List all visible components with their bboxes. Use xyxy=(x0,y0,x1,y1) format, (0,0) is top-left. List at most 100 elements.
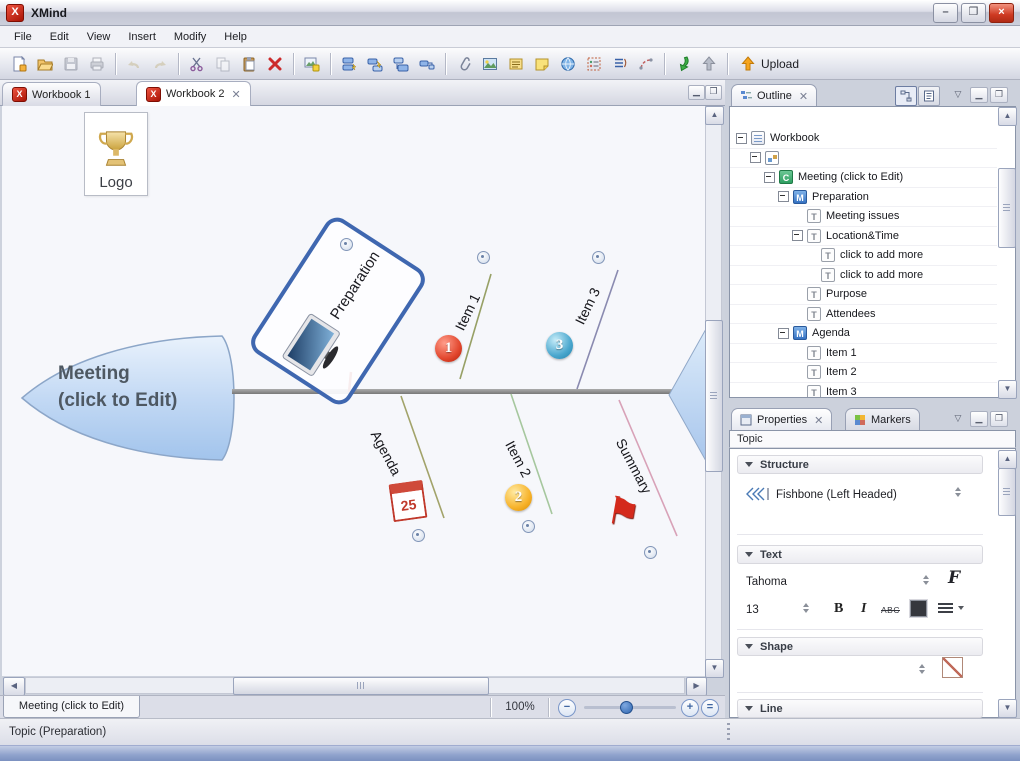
tab-close-icon[interactable]: ✕ xyxy=(232,88,241,101)
cut-button[interactable] xyxy=(184,51,210,77)
outline-view-toggle-list[interactable] xyxy=(918,86,940,106)
menu-help[interactable]: Help xyxy=(216,29,255,45)
map-canvas[interactable]: Logo Meeting (click to Edit) Preparation… xyxy=(2,106,705,676)
tab-close-icon[interactable]: ✕ xyxy=(814,414,823,427)
align-dropdown-icon[interactable] xyxy=(958,606,964,613)
font-color-swatch[interactable] xyxy=(910,600,927,617)
menu-file[interactable]: File xyxy=(6,29,40,45)
tree-item-meeting[interactable]: Meeting (click to Edit) xyxy=(730,168,997,188)
expand-toggle[interactable] xyxy=(750,152,761,164)
collapse-handle[interactable] xyxy=(522,520,535,533)
scroll-right-button[interactable]: ▶ xyxy=(686,677,707,696)
zoom-in-button[interactable]: + xyxy=(681,699,699,717)
menu-insert[interactable]: Insert xyxy=(120,29,164,45)
tree-item-item2[interactable]: Item 2 xyxy=(730,363,997,383)
collapse-handle[interactable] xyxy=(477,251,490,264)
properties-menu-chevron-icon[interactable]: ▽ xyxy=(950,412,966,426)
tree-item-location-time[interactable]: Location&Time xyxy=(730,227,997,246)
collapse-handle[interactable] xyxy=(340,238,353,251)
bold-button[interactable]: B xyxy=(834,601,843,617)
tab-close-icon[interactable]: ✕ xyxy=(799,90,808,103)
minimize-button[interactable]: – xyxy=(933,2,958,23)
tree-item-item3[interactable]: Item 3 xyxy=(730,383,997,397)
tab-markers[interactable]: Markers xyxy=(845,408,920,431)
structure-spinner[interactable] xyxy=(952,484,964,499)
insert-topic-button[interactable] xyxy=(336,51,362,77)
expand-toggle[interactable] xyxy=(778,327,789,339)
zoom-slider-thumb[interactable] xyxy=(620,701,633,714)
menu-modify[interactable]: Modify xyxy=(166,29,214,45)
zoom-out-button[interactable]: − xyxy=(558,699,576,717)
insert-parent-topic-button[interactable] xyxy=(414,51,440,77)
sheet-tab[interactable]: Meeting (click to Edit) xyxy=(3,696,140,718)
shape-section-header[interactable]: Shape xyxy=(737,637,983,656)
strikethrough-button[interactable]: ABC xyxy=(881,605,900,615)
upload-button[interactable]: Upload xyxy=(733,51,805,77)
calendar-icon[interactable]: 25 xyxy=(388,479,428,523)
outline-maximize-button[interactable]: ❐ xyxy=(990,87,1008,103)
status-splitter[interactable] xyxy=(727,723,730,742)
insert-subtopic-button[interactable] xyxy=(362,51,388,77)
scroll-up-button[interactable]: ▲ xyxy=(998,107,1017,126)
properties-scroll-thumb[interactable] xyxy=(998,468,1016,516)
zoom-reset-button[interactable]: = xyxy=(701,699,719,717)
marker-number-3[interactable]: 3 xyxy=(546,332,573,359)
properties-maximize-button[interactable]: ❐ xyxy=(990,411,1008,427)
scroll-left-button[interactable]: ◀ xyxy=(3,677,25,696)
open-button[interactable] xyxy=(32,51,58,77)
scroll-down-button[interactable]: ▼ xyxy=(998,699,1017,718)
font-size-value[interactable]: 13 xyxy=(746,604,759,616)
structure-value[interactable]: Fishbone (Left Headed) xyxy=(776,489,897,501)
tree-item-sheet[interactable] xyxy=(730,149,997,168)
canvas-vscroll-thumb[interactable] xyxy=(705,320,723,472)
tree-item-purpose[interactable]: Purpose xyxy=(730,285,997,305)
marker-number-2[interactable]: 2 xyxy=(505,484,532,511)
relationship-button[interactable] xyxy=(633,51,659,77)
tab-properties[interactable]: Properties ✕ xyxy=(731,408,833,431)
outline-view-toggle-map[interactable] xyxy=(895,86,917,106)
tree-item-item1[interactable]: Item 1 xyxy=(730,344,997,363)
tab-workbook-2[interactable]: Workbook 2 ✕ xyxy=(136,81,251,106)
editor-maximize-button[interactable]: ❐ xyxy=(705,85,722,100)
font-family-value[interactable]: Tahoma xyxy=(746,576,787,588)
font-picker-icon[interactable]: F xyxy=(948,568,960,588)
outline-menu-chevron-icon[interactable]: ▽ xyxy=(950,88,966,102)
outline-scroll-thumb[interactable] xyxy=(998,168,1016,248)
font-size-spinner[interactable] xyxy=(800,600,812,615)
line-section-header[interactable]: Line xyxy=(737,699,983,718)
scroll-down-button[interactable]: ▼ xyxy=(998,380,1017,399)
canvas-hscroll-thumb[interactable] xyxy=(233,677,489,695)
tab-outline[interactable]: Outline ✕ xyxy=(731,84,818,107)
tree-item-attendees[interactable]: Attendees xyxy=(730,305,997,324)
share-up-button[interactable] xyxy=(696,51,722,77)
font-family-spinner[interactable] xyxy=(920,572,932,587)
export-image-button[interactable] xyxy=(299,51,325,77)
structure-section-header[interactable]: Structure xyxy=(737,455,983,474)
outline-minimize-button[interactable]: ▁ xyxy=(970,87,988,103)
paste-button[interactable] xyxy=(236,51,262,77)
notes-button[interactable] xyxy=(503,51,529,77)
label-button[interactable] xyxy=(529,51,555,77)
tab-workbook-1[interactable]: Workbook 1 xyxy=(2,82,101,106)
tree-item-add-more[interactable]: click to add more xyxy=(730,246,997,266)
menu-view[interactable]: View xyxy=(79,29,119,45)
tree-item-preparation[interactable]: Preparation xyxy=(730,188,997,207)
tree-item-workbook[interactable]: Workbook xyxy=(730,129,997,149)
tree-item-meeting-issues[interactable]: Meeting issues xyxy=(730,207,997,227)
insert-image-button[interactable] xyxy=(477,51,503,77)
expand-toggle[interactable] xyxy=(736,132,747,144)
expand-toggle[interactable] xyxy=(778,191,789,203)
maximize-button[interactable]: ❐ xyxy=(961,2,986,23)
text-section-header[interactable]: Text xyxy=(737,545,983,564)
hyperlink-button[interactable] xyxy=(555,51,581,77)
new-workbook-button[interactable] xyxy=(6,51,32,77)
expand-toggle[interactable] xyxy=(792,230,803,242)
sync-down-button[interactable] xyxy=(670,51,696,77)
tree-item-agenda[interactable]: Agenda xyxy=(730,324,997,344)
collapse-handle[interactable] xyxy=(592,251,605,264)
scroll-up-button[interactable]: ▲ xyxy=(998,450,1017,469)
close-button[interactable]: × xyxy=(989,2,1014,23)
shape-fill-swatch[interactable] xyxy=(942,657,963,678)
properties-minimize-button[interactable]: ▁ xyxy=(970,411,988,427)
collapse-handle[interactable] xyxy=(644,546,657,559)
